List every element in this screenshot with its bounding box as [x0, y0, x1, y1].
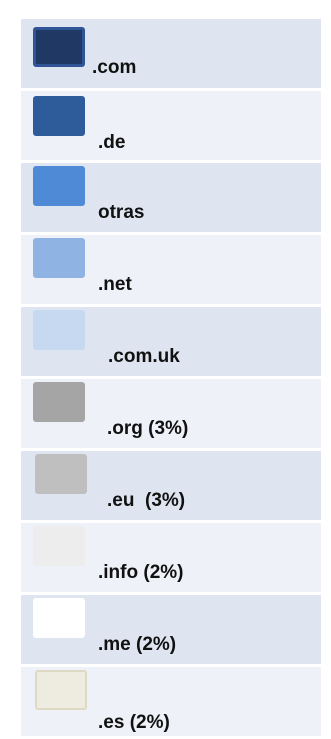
legend-swatch-eu — [35, 454, 87, 494]
legend-label-net: .net — [98, 274, 132, 295]
legend-label-com-uk: .com.uk — [108, 346, 180, 367]
legend-swatch-com-uk — [33, 310, 85, 350]
legend-label-com: .com — [92, 57, 137, 78]
legend-swatch-net — [33, 238, 85, 278]
legend-label-es: .es (2%) — [98, 712, 170, 733]
legend-label-de: .de — [98, 132, 126, 153]
legend-swatch-com — [33, 27, 85, 67]
legend-label-org: .org (3%) — [107, 418, 189, 439]
legend-label-eu: .eu (3%) — [107, 490, 186, 511]
legend-label-info: .info (2%) — [98, 562, 184, 583]
legend-swatch-de — [33, 96, 85, 136]
legend-row-eu: .eu (3%) — [21, 451, 321, 520]
legend-swatch-otras — [33, 166, 85, 206]
legend-swatch-info — [33, 526, 85, 566]
legend-label-me: .me (2%) — [98, 634, 177, 655]
legend-swatch-me — [33, 598, 85, 638]
legend-row-otras: otras — [21, 163, 321, 232]
legend-row-me: .me (2%) — [21, 595, 321, 664]
legend-row-es: .es (2%) — [21, 667, 321, 736]
legend-row-de: .de — [21, 91, 321, 160]
legend-row-info: .info (2%) — [21, 523, 321, 592]
legend-label-otras: otras — [98, 202, 145, 223]
legend-row-net: .net — [21, 235, 321, 304]
legend-swatch-org — [33, 382, 85, 422]
legend-row-com: .com — [21, 19, 321, 88]
chart-legend: .com .de otras .net .com.uk .org (3%) .e… — [21, 19, 321, 739]
legend-swatch-es — [35, 670, 87, 710]
legend-row-org: .org (3%) — [21, 379, 321, 448]
legend-row-com-uk: .com.uk — [21, 307, 321, 376]
